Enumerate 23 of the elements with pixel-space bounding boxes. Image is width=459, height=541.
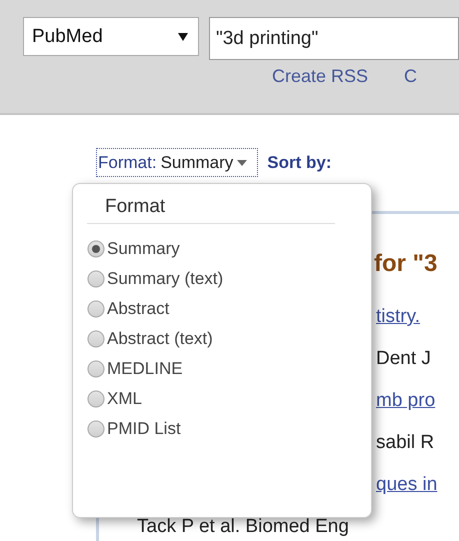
search-field[interactable]: "3d printing"	[209, 17, 459, 60]
format-dropdown[interactable]: Format: Summary	[96, 148, 258, 177]
result-title-link[interactable]: mb pro	[376, 390, 436, 411]
result-citation: Dent J	[376, 348, 431, 369]
sort-label: Sort by:	[267, 152, 332, 172]
result-title-link[interactable]: ques in	[376, 474, 438, 495]
result-citation: Tack P et al. Biomed Eng	[137, 516, 349, 537]
header-link[interactable]: Create RSS	[272, 66, 368, 87]
result-title-link[interactable]: tistry.	[376, 306, 420, 327]
result-citation: sabil R	[376, 432, 434, 453]
format-option[interactable]: Summary (text)	[87, 264, 371, 294]
database-select[interactable]: PubMed	[23, 17, 199, 56]
results-heading: for "3	[374, 250, 438, 277]
format-option[interactable]: PMID List	[87, 414, 371, 444]
format-option[interactable]: Abstract	[87, 294, 371, 324]
format-option[interactable]: Summary	[87, 234, 371, 264]
format-option[interactable]: Abstract (text)	[87, 324, 371, 354]
format-option[interactable]: XML	[87, 384, 371, 414]
menu-title: Format	[87, 196, 335, 224]
header-link[interactable]: C	[404, 66, 418, 87]
caret-icon	[237, 160, 248, 166]
format-option[interactable]: MEDLINE	[87, 354, 371, 384]
caret-icon	[178, 32, 188, 40]
